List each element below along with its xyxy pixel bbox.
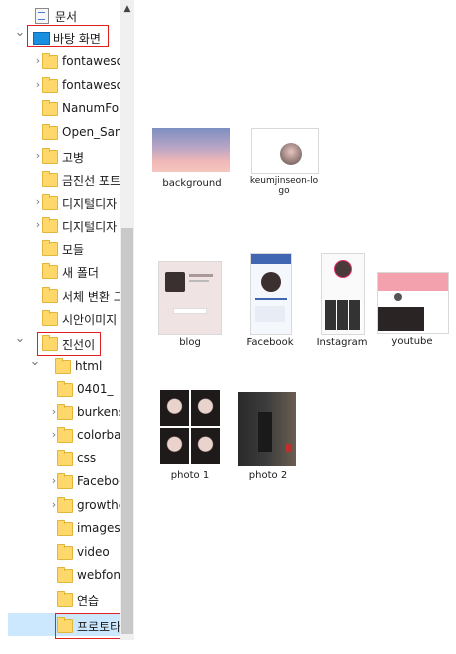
- tree-item[interactable]: images: [0, 517, 120, 539]
- tree-item-label: NanumFon: [62, 101, 120, 115]
- tree-item-label: css: [77, 451, 97, 465]
- folder-icon: [42, 310, 58, 326]
- file-name: Instagram: [316, 337, 368, 348]
- file-name: keumjinseon-logo: [249, 176, 319, 196]
- file-name: youtube: [391, 336, 433, 347]
- folder-icon: [42, 100, 58, 116]
- tree-item[interactable]: ›Faceboo: [0, 470, 120, 492]
- chevron-down-icon[interactable]: ⌄: [14, 332, 26, 345]
- tree-item[interactable]: 모들: [0, 237, 120, 259]
- scroll-up-icon[interactable]: ▲: [120, 4, 134, 14]
- red-highlight-jinseoni: [37, 332, 101, 356]
- file-thumbnail[interactable]: [377, 272, 449, 334]
- tree-item-label: 디지털디자: [62, 197, 118, 211]
- chevron-down-icon[interactable]: ⌄: [29, 355, 41, 368]
- tree-item[interactable]: webfont: [0, 564, 120, 586]
- tree-item-label: video: [77, 545, 110, 559]
- folder-icon: [57, 450, 73, 466]
- tree-item[interactable]: ⌄ html: [0, 355, 120, 377]
- document-icon: [35, 8, 49, 24]
- tree-item[interactable]: Open_Sans: [0, 121, 120, 143]
- chevron-down-icon[interactable]: ⌄: [14, 26, 26, 39]
- tree-item[interactable]: 금진선 포트: [0, 168, 120, 190]
- tree-item-label: 시안이미지: [62, 313, 118, 327]
- tree-item-label: colorbag: [77, 428, 120, 442]
- folder-icon: [57, 497, 73, 513]
- file-thumbnail[interactable]: [160, 390, 220, 464]
- folder-icon: [42, 77, 58, 93]
- red-highlight-desktop: [27, 25, 109, 47]
- red-highlight-prototype: [55, 613, 120, 639]
- folder-icon: [42, 194, 58, 210]
- tree-item[interactable]: ›fontawesor: [0, 74, 120, 96]
- scrollbar-thumb[interactable]: [121, 228, 133, 634]
- tree-item[interactable]: 시안이미지: [0, 307, 120, 329]
- tree-item[interactable]: ›문서: [0, 4, 120, 26]
- tree-item[interactable]: 서체 변환 그: [0, 284, 120, 306]
- tree-item-label: 연습: [77, 594, 100, 608]
- folder-icon: [57, 473, 73, 489]
- tree-item-label: html: [75, 359, 103, 373]
- folder-icon: [42, 217, 58, 233]
- folder-icon: [55, 358, 71, 374]
- file-name: photo 1: [170, 470, 210, 481]
- folder-icon: [42, 53, 58, 69]
- tree-item-label: 문서: [55, 10, 78, 24]
- folder-icon: [42, 287, 58, 303]
- tree-item[interactable]: ›colorbag: [0, 424, 120, 446]
- tree-item-label: 새 폴더: [62, 266, 99, 280]
- folder-icon: [57, 404, 73, 420]
- folder-icon: [42, 263, 58, 279]
- folder-icon: [57, 544, 73, 560]
- folder-icon: [57, 567, 73, 583]
- file-thumbnail[interactable]: [251, 128, 319, 174]
- folder-icon: [57, 591, 73, 607]
- tree-item[interactable]: ›burkenst: [0, 401, 120, 423]
- file-name: blog: [179, 337, 201, 348]
- folder-icon: [57, 381, 73, 397]
- tree-item[interactable]: video: [0, 541, 120, 563]
- folder-icon: [57, 520, 73, 536]
- folder-icon: [57, 427, 73, 443]
- folder-icon: [42, 148, 58, 164]
- tree-item[interactable]: ›growthc: [0, 494, 120, 516]
- tree-item-label: 모들: [62, 243, 85, 257]
- tree-item-label: 금진선 포트: [62, 174, 120, 188]
- tree-item-label: webfont: [77, 568, 120, 582]
- folder-icon: [42, 240, 58, 256]
- tree-item[interactable]: › 디지털디자: [0, 214, 120, 236]
- folder-icon: [42, 124, 58, 140]
- tree-item[interactable]: › 고병: [0, 145, 120, 167]
- tree-item-label: Faceboo: [77, 474, 120, 488]
- file-thumbnail[interactable]: [321, 253, 365, 335]
- tree-item[interactable]: css: [0, 447, 120, 469]
- tree-item[interactable]: 새 폴더: [0, 260, 120, 282]
- tree-item-label: 서체 변환 그: [62, 290, 120, 304]
- tree-item[interactable]: NanumFon: [0, 97, 120, 119]
- file-name: background: [162, 178, 222, 189]
- file-thumbnail[interactable]: [158, 261, 222, 335]
- tree-item-label: Open_Sans: [62, 125, 120, 139]
- tree-item-label: fontawesor: [62, 54, 120, 68]
- tree-item-label: growthc: [77, 498, 120, 512]
- tree-item[interactable]: ›fontawesor: [0, 50, 120, 72]
- file-thumbnail[interactable]: [238, 392, 296, 466]
- tree-item[interactable]: › 디지털디자: [0, 191, 120, 213]
- tree-item-label: 디지털디자: [62, 220, 118, 234]
- tree-item-label: 0401_: [77, 382, 114, 396]
- tree-item-label: images: [77, 521, 120, 535]
- file-thumbnail[interactable]: [152, 128, 230, 172]
- tree-item-label: 고병: [62, 151, 85, 165]
- tree-item-label: fontawesor: [62, 78, 120, 92]
- file-name: photo 2: [248, 470, 288, 481]
- tree-item-label: burkenst: [77, 405, 120, 419]
- file-name: Facebook: [246, 337, 294, 348]
- folder-icon: [42, 171, 58, 187]
- tree-item[interactable]: 0401_: [0, 378, 120, 400]
- tree-item[interactable]: 연습: [0, 588, 120, 610]
- file-thumbnail[interactable]: [250, 253, 292, 335]
- tree-scrollbar[interactable]: ▲: [120, 0, 134, 640]
- folder-tree: ›문서⌄바탕 화면›fontawesor›fontawesorNanumFonO…: [0, 0, 120, 654]
